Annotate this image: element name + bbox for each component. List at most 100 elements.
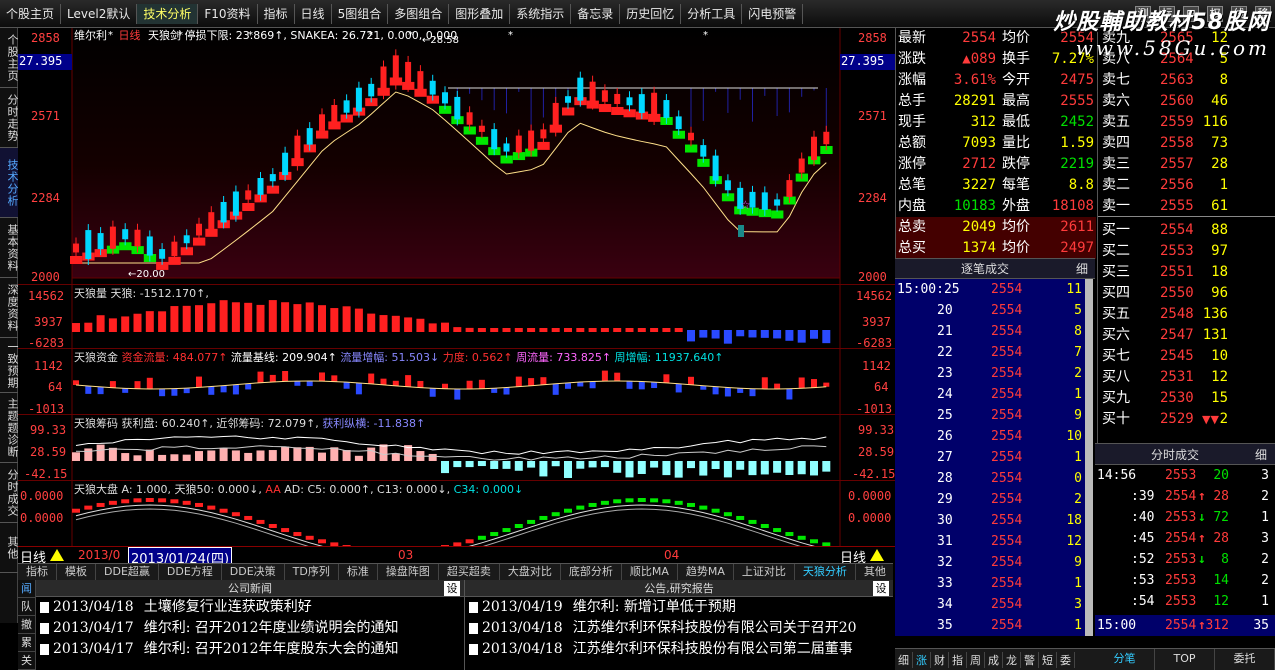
panel-volume[interactable]: 天狼量 天狼: -1512.170↑, 14562 3937 -6283 145… [18, 284, 895, 350]
triangle-right-icon[interactable] [870, 549, 884, 561]
indicator-tab-11[interactable]: 顺比MA [622, 564, 678, 580]
left-tab-8[interactable]: 其他 [0, 523, 19, 573]
panel-capital-flow[interactable]: 天狼资金 资金流量: 484.077↑ 流量基线: 209.904↑ 流量增幅:… [18, 348, 895, 416]
orderbook-row[interactable]: 买二 2553 97 [1098, 241, 1275, 262]
time-trade-count: 3 [1261, 468, 1269, 483]
left-tab-5[interactable]: 一致预期 [0, 338, 19, 393]
news-item[interactable]: 2013/04/18 土壤修复行业连获政策利好 [36, 597, 464, 618]
orderbook-row[interactable]: 卖一 2555 61 [1098, 196, 1275, 217]
orderbook-row[interactable]: 卖七 2563 8 [1098, 70, 1275, 91]
menu-2[interactable]: 技术分析 [137, 3, 199, 24]
indicator-tab-3[interactable]: DDE方程 [159, 564, 222, 580]
orderbook-row[interactable]: 卖四 2558 73 [1098, 133, 1275, 154]
menu-13[interactable]: 闪电预警 [742, 3, 804, 24]
orderbook-row[interactable]: 卖二 2556 1 [1098, 175, 1275, 196]
bottom-icon-5[interactable]: 成 [985, 651, 1003, 668]
candlestick-chart[interactable]: * * * * * * *☆ [18, 28, 895, 284]
menu-8[interactable]: 图形叠加 [449, 3, 511, 24]
right-bottom-tab-2[interactable]: 委托 [1215, 649, 1275, 670]
indicator-tab-8[interactable]: 超买超卖 [439, 564, 500, 580]
news-tab-2[interactable]: 撤 [18, 616, 35, 634]
right-bottom-tab-0[interactable]: 分笔 [1095, 649, 1155, 670]
tick-trades-list[interactable]: 15:00:25 2554 11 20 2554 5 21 2554 8 22 2554 7 23 255… [895, 279, 1090, 636]
indicator-tab-15[interactable]: 其他 [856, 564, 893, 580]
left-tab-1[interactable]: 分时走势 [0, 88, 19, 148]
trades-detail-button[interactable]: 细 [1076, 260, 1088, 277]
bottom-icon-1[interactable]: 涨 [913, 651, 931, 668]
news-tab-1[interactable]: 队 [18, 598, 35, 616]
right-bottom-tab-1[interactable]: TOP [1155, 649, 1215, 670]
indicator-tab-5[interactable]: TD序列 [285, 564, 339, 580]
menu-6[interactable]: 5图组合 [332, 3, 389, 24]
indicator-tab-13[interactable]: 上证对比 [734, 564, 795, 580]
news-tab-0[interactable]: 闻 [18, 580, 35, 598]
indicator-tab-14[interactable]: 天狼分析 [795, 564, 856, 580]
indicator-tab-0[interactable]: 指标 [18, 564, 57, 580]
tick-scrollbar[interactable] [1085, 279, 1093, 636]
announcements-settings-button[interactable]: 设 [873, 581, 889, 596]
bottom-icon-8[interactable]: 短 [1039, 651, 1057, 668]
quote-label: 最高 [1002, 93, 1030, 109]
bottom-icon-9[interactable]: 委 [1057, 651, 1075, 668]
indicator-tab-7[interactable]: 操盘阵图 [378, 564, 439, 580]
news-item[interactable]: 2013/04/17 维尔利: 召开2012年度业绩说明会的通知 [36, 618, 464, 639]
orderbook-row[interactable]: 买三 2551 18 [1098, 262, 1275, 283]
triangle-left-icon[interactable] [50, 549, 64, 561]
bottom-icon-0[interactable]: 细 [895, 651, 913, 668]
indicator-tab-12[interactable]: 趋势MA [678, 564, 734, 580]
quote-label: 总买 [898, 240, 926, 256]
panel-market[interactable]: 天狼大盘 A: 1.000, 天狼50: 0.000↓, AA AD: C5: … [18, 480, 895, 547]
menu-0[interactable]: 个股主页 [0, 3, 62, 24]
menu-9[interactable]: 系统指示 [510, 3, 572, 24]
orderbook-row[interactable]: 卖五 2559 116 [1098, 112, 1275, 133]
bottom-icon-4[interactable]: 周 [967, 651, 985, 668]
orderbook-row[interactable]: 买八 2531 12 [1098, 367, 1275, 388]
news-item[interactable]: 2013/04/19 维尔利: 新增订单低于预期 [465, 597, 893, 618]
orderbook-row[interactable]: 卖六 2560 46 [1098, 91, 1275, 112]
left-tab-7[interactable]: 分时成交 [0, 463, 19, 523]
left-tab-4[interactable]: 深度资料 [0, 278, 19, 338]
axis-right-4: 2000 [858, 270, 887, 284]
indicator-tab-10[interactable]: 底部分析 [561, 564, 622, 580]
orderbook-row[interactable]: 买六 2547 131 [1098, 325, 1275, 346]
left-tab-0[interactable]: 个股主页 [0, 28, 19, 88]
orderbook-row[interactable]: 买十 2529 ▼▼ 2 [1098, 409, 1275, 430]
left-tab-3[interactable]: 基本资料 [0, 218, 19, 278]
panel-chips[interactable]: 天狼筹码 获利盘: 60.240↑, 近邻筹码: 72.079↑, 获利纵横: … [18, 414, 895, 481]
menu-7[interactable]: 多图组合 [388, 3, 450, 24]
bottom-icon-3[interactable]: 指 [949, 651, 967, 668]
time-trades-detail-button[interactable]: 细 [1255, 446, 1267, 463]
menu-1[interactable]: Level2默认 [61, 3, 138, 24]
indicator-tab-4[interactable]: DDE决策 [222, 564, 285, 580]
orderbook-volume: 2 [1219, 411, 1228, 427]
menu-4[interactable]: 指标 [258, 3, 295, 24]
bottom-icon-7[interactable]: 警 [1021, 651, 1039, 668]
left-tab-6[interactable]: 主题题诊断 [0, 393, 19, 463]
bottom-icon-2[interactable]: 财 [931, 651, 949, 668]
menu-10[interactable]: 备忘录 [571, 3, 621, 24]
menu-3[interactable]: F10资料 [198, 3, 258, 24]
news-item[interactable]: 2013/04/17 维尔利: 召开2012年年度股东大会的通知 [36, 639, 464, 660]
news-item[interactable]: 2013/04/18 江苏维尔利环保科技股份有限公司第二届董事 [465, 639, 893, 660]
menu-5[interactable]: 日线 [295, 3, 332, 24]
indicator-tab-9[interactable]: 大盘对比 [500, 564, 561, 580]
company-news-settings-button[interactable]: 设 [444, 581, 460, 596]
news-tab-4[interactable]: 关 [18, 652, 35, 670]
indicator-tab-2[interactable]: DDE超赢 [96, 564, 159, 580]
menu-12[interactable]: 分析工具 [681, 3, 743, 24]
orderbook-row[interactable]: 买五 2548 136 [1098, 304, 1275, 325]
news-tab-3[interactable]: 累 [18, 634, 35, 652]
time-trades-list[interactable]: 14:56 2553 20 3:39 2554 ↑ 28 2:40 2553 ↓ 72 1:45 255… [1095, 465, 1275, 636]
orderbook-row[interactable]: 买四 2550 96 [1098, 283, 1275, 304]
orderbook-row[interactable]: 卖三 2557 28 [1098, 154, 1275, 175]
orderbook-row[interactable]: 买一 2554 88 [1098, 220, 1275, 241]
indicator-tab-6[interactable]: 标准 [339, 564, 378, 580]
left-tab-2[interactable]: 技术分析 [0, 148, 19, 218]
indicator-tab-1[interactable]: 模板 [57, 564, 96, 580]
orderbook-row[interactable]: 买九 2530 15 [1098, 388, 1275, 409]
main-chart-panel[interactable]: * * * * * * * ☆ 维尔利 日线 天狼剑 停损下限: 23.869↑, SNAKE… [18, 28, 895, 284]
orderbook-row[interactable]: 买七 2545 10 [1098, 346, 1275, 367]
news-item[interactable]: 2013/04/18 江苏维尔利环保科技股份有限公司关于召开20 [465, 618, 893, 639]
bottom-icon-6[interactable]: 龙 [1003, 651, 1021, 668]
menu-11[interactable]: 历史回忆 [620, 3, 682, 24]
